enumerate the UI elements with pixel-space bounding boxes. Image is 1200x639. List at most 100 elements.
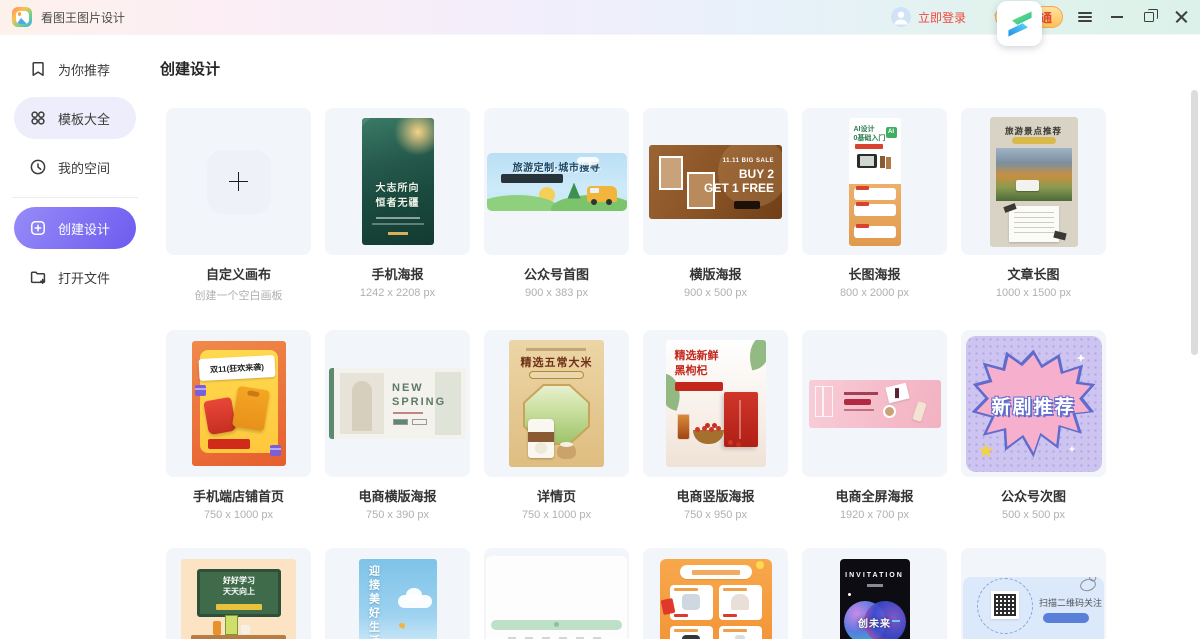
close-icon[interactable] bbox=[1172, 8, 1190, 26]
bus bbox=[1016, 180, 1039, 191]
sidebar-item-label: 模板大全 bbox=[58, 109, 110, 128]
clock-icon bbox=[29, 158, 47, 176]
sidebar-item-recommended[interactable]: 为你推荐 bbox=[14, 48, 136, 90]
card-size: 1242 x 2208 px bbox=[325, 287, 470, 299]
floating-app-icon[interactable] bbox=[997, 1, 1042, 46]
gift-box bbox=[270, 445, 281, 456]
snack-bag bbox=[203, 397, 236, 435]
sidebar-item-my-space[interactable]: 我的空间 bbox=[14, 146, 136, 188]
product-card bbox=[719, 585, 762, 620]
card-size: 900 x 383 px bbox=[484, 287, 629, 299]
card-title: 文章长图 bbox=[961, 264, 1106, 283]
product-box bbox=[724, 392, 758, 447]
card-title: 公众号首图 bbox=[484, 264, 629, 283]
template-card-ecommerce-vertical[interactable]: 精选新鲜 黑枸杞 电商竖版海报 750 x 950 px bbox=[643, 330, 788, 521]
template-card[interactable]: 迎接美好生活 bbox=[325, 548, 470, 639]
card-title: 电商全屏海报 bbox=[802, 486, 947, 505]
template-thumbnail: 新剧推荐 bbox=[961, 330, 1106, 477]
page-title: 创建设计 bbox=[160, 58, 1200, 79]
sidebar-item-open-file[interactable]: 打开文件 bbox=[14, 256, 136, 298]
card-title: 横版海报 bbox=[643, 264, 788, 283]
template-card[interactable] bbox=[484, 548, 629, 639]
product-card bbox=[670, 585, 713, 620]
maximize-icon[interactable] bbox=[1140, 8, 1158, 26]
cosmetics-compact bbox=[883, 405, 896, 418]
template-thumbnail: 11.11 BIG SALE BUY 2 GET 1 FREE bbox=[643, 108, 788, 255]
berry-bowl bbox=[693, 430, 724, 444]
scrollbar[interactable] bbox=[1191, 90, 1198, 355]
minimize-icon[interactable] bbox=[1108, 8, 1126, 26]
template-card-detail-page[interactable]: 精选五常大米 详情页 750 x 1000 px bbox=[484, 330, 629, 521]
sidebar-item-templates[interactable]: 模板大全 bbox=[14, 97, 136, 139]
card-size: 1000 x 1500 px bbox=[961, 287, 1106, 299]
butterfly bbox=[398, 622, 405, 629]
template-card-wechat-header[interactable]: 旅游定制·城市搜寻 公众号首图 900 x 383 px bbox=[484, 108, 629, 303]
template-card-ecommerce-fullscreen[interactable]: 电商全屏海报 1920 x 700 px bbox=[802, 330, 947, 521]
card-size: 900 x 500 px bbox=[643, 287, 788, 299]
template-card[interactable] bbox=[643, 548, 788, 639]
chalkboard: 好好学习 天天向上 bbox=[197, 569, 281, 617]
drink-glass bbox=[677, 414, 690, 440]
snack-bag bbox=[231, 386, 269, 432]
card-title: 详情页 bbox=[484, 486, 629, 505]
card-title: 手机端店铺首页 bbox=[166, 486, 311, 505]
cloud bbox=[577, 157, 599, 165]
menu-icon[interactable] bbox=[1076, 8, 1094, 26]
sidebar-item-label: 创建设计 bbox=[58, 219, 110, 238]
cloud bbox=[398, 595, 432, 608]
sidebar-divider bbox=[12, 197, 138, 198]
login-link[interactable]: 立即登录 bbox=[918, 9, 966, 26]
template-card[interactable]: 好好学习 天天向上 10 20 30 bbox=[166, 548, 311, 639]
template-thumbnail: 扫描二维码关注 bbox=[961, 548, 1106, 639]
avatar-icon[interactable] bbox=[891, 7, 911, 27]
card-size: 750 x 390 px bbox=[325, 509, 470, 521]
template-thumbnail: AI设计 0基础入门 AI bbox=[802, 108, 947, 255]
plus-icon bbox=[207, 150, 271, 214]
template-thumbnail: 双11(狂欢来袭) bbox=[166, 330, 311, 477]
sidebar: 为你推荐 模板大全 我的空间 创建设计 打开文件 bbox=[0, 34, 150, 639]
app-logo-icon bbox=[12, 7, 32, 27]
card-size: 1920 x 700 px bbox=[802, 509, 947, 521]
leaf bbox=[744, 340, 766, 370]
template-thumbnail: 大志所向 恒者无疆 bbox=[325, 108, 470, 255]
sidebar-item-create-design[interactable]: 创建设计 bbox=[14, 207, 136, 249]
card-title: 自定义画布 bbox=[166, 264, 311, 283]
template-card-article-long[interactable]: 旅游景点推荐 文章长图 1000 x 1500 px bbox=[961, 108, 1106, 303]
template-card-ecommerce-horizontal[interactable]: NEW SPRING 电商横版海报 750 x 390 px bbox=[325, 330, 470, 521]
card-title: 长图海报 bbox=[802, 264, 947, 283]
rice-bag bbox=[528, 419, 554, 458]
model-photo bbox=[340, 373, 384, 434]
template-card-phone-poster[interactable]: 大志所向 恒者无疆 手机海报 1242 x 2208 px bbox=[325, 108, 470, 303]
template-thumbnail: 好好学习 天天向上 10 20 30 bbox=[166, 548, 311, 639]
template-card-long-poster[interactable]: AI设计 0基础入门 AI 长图海报 800 x 2000 px bbox=[802, 108, 947, 303]
template-card-wechat-secondary[interactable]: 新剧推荐 公众号次图 500 x 500 px bbox=[961, 330, 1106, 521]
product-card bbox=[670, 626, 713, 639]
template-card-shop-homepage[interactable]: 双11(狂欢来袭) 手机端店铺首页 750 x 1000 px bbox=[166, 330, 311, 521]
main-content: 创建设计 自定义画布 创建一个空白画板 大志所向 恒者无疆 bbox=[150, 34, 1200, 639]
card-subtitle: 创建一个空白画板 bbox=[166, 287, 311, 303]
card-size: 750 x 1000 px bbox=[166, 509, 311, 521]
template-card-custom-canvas[interactable]: 自定义画布 创建一个空白画板 bbox=[166, 108, 311, 303]
template-thumbnail: NEW SPRING bbox=[325, 330, 470, 477]
planet-doodle bbox=[1079, 577, 1098, 593]
card-size: 750 x 1000 px bbox=[484, 509, 629, 521]
card-title: 手机海报 bbox=[325, 264, 470, 283]
sidebar-item-label: 为你推荐 bbox=[58, 60, 110, 79]
template-card-horizontal-poster[interactable]: 11.11 BIG SALE BUY 2 GET 1 FREE 横版海报 900… bbox=[643, 108, 788, 303]
grid-icon bbox=[29, 109, 47, 127]
landscape-photo bbox=[996, 148, 1072, 201]
template-card[interactable]: 扫描二维码关注 bbox=[961, 548, 1106, 639]
card-title: 电商横版海报 bbox=[325, 486, 470, 505]
rice-sack bbox=[557, 444, 576, 459]
folder-plus-icon bbox=[29, 268, 47, 286]
card-title: 电商竖版海报 bbox=[643, 486, 788, 505]
template-thumbnail bbox=[484, 548, 629, 639]
tv bbox=[857, 154, 877, 168]
template-thumbnail: 迎接美好生活 bbox=[325, 548, 470, 639]
photo bbox=[659, 156, 683, 190]
template-card[interactable]: INVITATION 创未来 bbox=[802, 548, 947, 639]
template-thumbnail bbox=[166, 108, 311, 255]
template-thumbnail bbox=[643, 548, 788, 639]
star bbox=[979, 444, 994, 459]
card-size: 800 x 2000 px bbox=[802, 287, 947, 299]
